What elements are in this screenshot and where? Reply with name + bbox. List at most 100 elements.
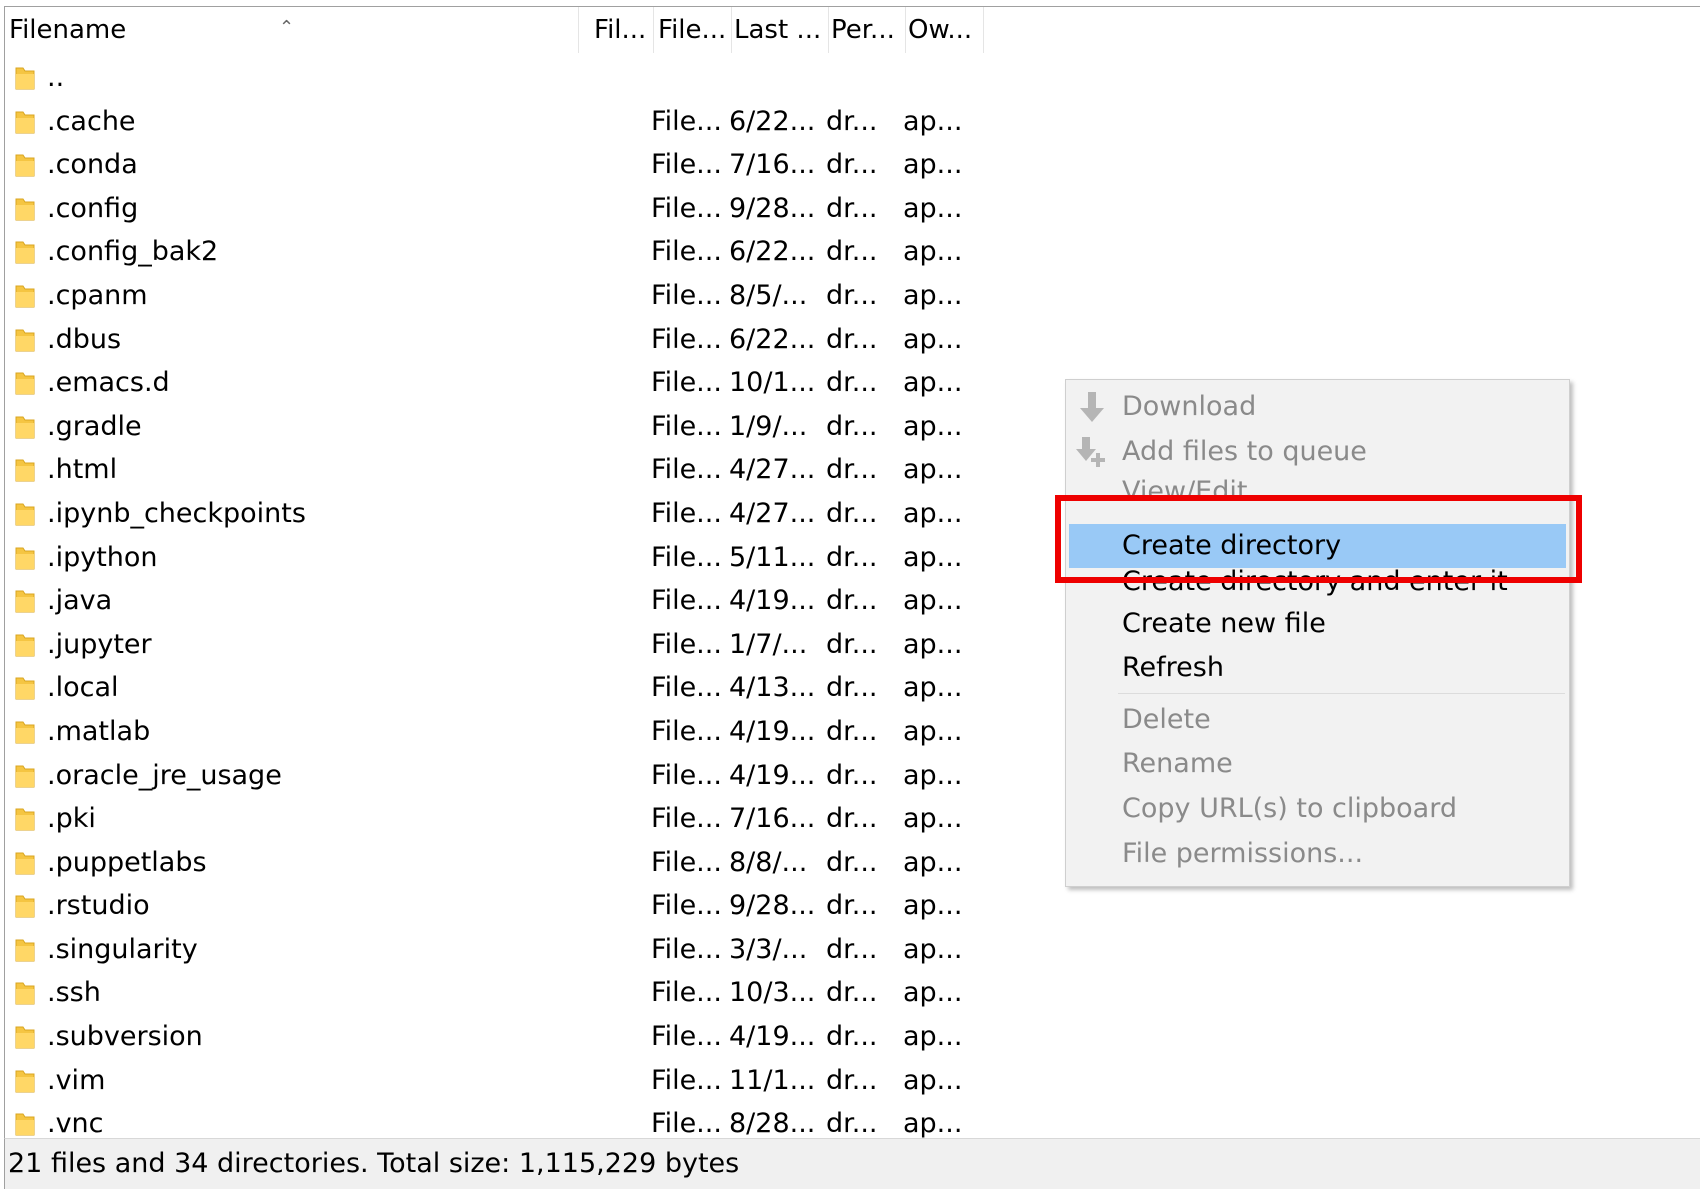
file-permissions: dr...	[826, 149, 878, 181]
table-row[interactable]: .rstudio File... 9/28... dr... ap...	[10, 884, 970, 928]
menu-item-file-permissions[interactable]: File permissions...	[1066, 832, 1569, 876]
file-date: 4/13...	[729, 672, 816, 704]
table-row[interactable]: .config_bak2 File... 6/22... dr... ap...	[10, 230, 970, 274]
column-header-owner[interactable]: Ow...	[906, 7, 984, 53]
table-row[interactable]: .singularity File... 3/3/... dr... ap...	[10, 928, 970, 972]
file-name: .singularity	[47, 933, 198, 965]
menu-item-delete[interactable]: Delete	[1066, 698, 1569, 742]
column-header-filetype[interactable]: File...	[655, 7, 732, 53]
file-owner: ap...	[903, 323, 963, 355]
menu-item-create-new-file[interactable]: Create new file	[1066, 602, 1569, 646]
file-type: File...	[651, 628, 722, 660]
table-row[interactable]: .config File... 9/28... dr... ap...	[10, 187, 970, 231]
file-owner: ap...	[903, 454, 963, 486]
file-owner: ap...	[903, 367, 963, 399]
file-type: File...	[651, 541, 722, 573]
file-permissions: dr...	[826, 279, 878, 311]
file-type: File...	[651, 890, 722, 922]
file-type: File...	[651, 585, 722, 617]
file-date: 5/11...	[729, 541, 816, 573]
menu-item-rename[interactable]: Rename	[1066, 742, 1569, 786]
file-type: File...	[651, 846, 722, 878]
menu-item-copy-urls[interactable]: Copy URL(s) to clipboard	[1066, 787, 1569, 831]
file-name: .puppetlabs	[47, 846, 207, 878]
table-row[interactable]: .ipython File... 5/11... dr... ap...	[10, 536, 970, 580]
folder-icon	[15, 895, 35, 918]
file-name: .gradle	[47, 410, 142, 442]
file-owner: ap...	[903, 933, 963, 965]
file-owner: ap...	[903, 977, 963, 1009]
file-name: .matlab	[47, 715, 151, 747]
file-type: File...	[651, 759, 722, 791]
file-permissions: dr...	[826, 803, 878, 835]
file-permissions: dr...	[826, 1064, 878, 1096]
table-row[interactable]: ..	[10, 56, 970, 100]
folder-icon	[15, 241, 35, 264]
folder-icon	[15, 372, 35, 395]
table-row[interactable]: .conda File... 7/16... dr... ap...	[10, 143, 970, 187]
table-row[interactable]: .vim File... 11/1... dr... ap...	[10, 1059, 970, 1103]
file-permissions: dr...	[826, 541, 878, 573]
file-name: .conda	[47, 149, 138, 181]
column-header-last-modified[interactable]: Last ...	[732, 7, 829, 53]
file-date: 4/27...	[729, 497, 816, 529]
file-date: 1/9/...	[729, 410, 808, 442]
table-row[interactable]: .html File... 4/27... dr... ap...	[10, 448, 970, 492]
table-row[interactable]: .subversion File... 4/19... dr... ap...	[10, 1015, 970, 1059]
table-row[interactable]: .cache File... 6/22... dr... ap...	[10, 100, 970, 144]
file-permissions: dr...	[826, 715, 878, 747]
folder-icon	[15, 677, 35, 700]
file-permissions: dr...	[826, 846, 878, 878]
table-row[interactable]: .cpanm File... 8/5/... dr... ap...	[10, 274, 970, 318]
file-owner: ap...	[903, 541, 963, 573]
file-date: 6/22...	[729, 236, 816, 268]
menu-item-view-edit[interactable]: View/Edit	[1066, 470, 1569, 500]
menu-item-add-files-to-queue[interactable]: Add files to queue	[1066, 430, 1569, 474]
folder-icon	[15, 198, 35, 221]
column-header-filesize[interactable]: Fil...	[594, 7, 654, 53]
table-row[interactable]: .oracle_jre_usage File... 4/19... dr... …	[10, 754, 970, 798]
file-permissions: dr...	[826, 236, 878, 268]
file-permissions: dr...	[826, 105, 878, 137]
file-date: 1/7/...	[729, 628, 808, 660]
file-type: File...	[651, 192, 722, 224]
table-row[interactable]: .jupyter File... 1/7/... dr... ap...	[10, 623, 970, 667]
file-name: .emacs.d	[47, 367, 170, 399]
sort-ascending-icon: ⌃	[279, 17, 295, 38]
table-row[interactable]: .gradle File... 1/9/... dr... ap...	[10, 405, 970, 449]
table-row[interactable]: .matlab File... 4/19... dr... ap...	[10, 710, 970, 754]
menu-item-create-directory[interactable]: Create directory	[1066, 524, 1569, 568]
file-owner: ap...	[903, 672, 963, 704]
file-type: File...	[651, 410, 722, 442]
menu-item-download[interactable]: Download	[1066, 385, 1569, 429]
file-owner: ap...	[903, 585, 963, 617]
table-row[interactable]: .java File... 4/19... dr... ap...	[10, 579, 970, 623]
folder-icon	[15, 765, 35, 787]
table-row[interactable]: .local File... 4/13... dr... ap...	[10, 666, 970, 710]
table-row[interactable]: .emacs.d File... 10/1... dr... ap...	[10, 361, 970, 405]
folder-icon	[15, 329, 35, 352]
file-type: File...	[651, 497, 722, 529]
file-date: 4/19...	[729, 1021, 816, 1053]
menu-item-create-directory-and-enter[interactable]: Create directory and enter it	[1066, 568, 1569, 598]
file-date: 8/5/...	[729, 279, 808, 311]
table-row[interactable]: .puppetlabs File... 8/8/... dr... ap...	[10, 841, 970, 885]
file-name: .ssh	[47, 977, 101, 1009]
file-name: ..	[47, 62, 65, 93]
menu-separator	[1118, 500, 1565, 501]
file-owner: ap...	[903, 846, 963, 878]
folder-icon	[15, 459, 35, 482]
menu-item-refresh[interactable]: Refresh	[1066, 646, 1569, 690]
file-permissions: dr...	[826, 323, 878, 355]
file-owner: ap...	[903, 1021, 963, 1053]
file-owner: ap...	[903, 1064, 963, 1096]
folder-icon	[15, 852, 35, 875]
table-row[interactable]: .pki File... 7/16... dr... ap...	[10, 797, 970, 841]
file-permissions: dr...	[826, 628, 878, 660]
table-row[interactable]: .ssh File... 10/3... dr... ap...	[10, 971, 970, 1015]
table-row[interactable]: .dbus File... 6/22... dr... ap...	[10, 318, 970, 362]
file-name: .jupyter	[47, 628, 152, 660]
column-header-permissions[interactable]: Per...	[829, 7, 906, 53]
folder-icon	[15, 547, 35, 570]
table-row[interactable]: .ipynb_checkpoints File... 4/27... dr...…	[10, 492, 970, 536]
